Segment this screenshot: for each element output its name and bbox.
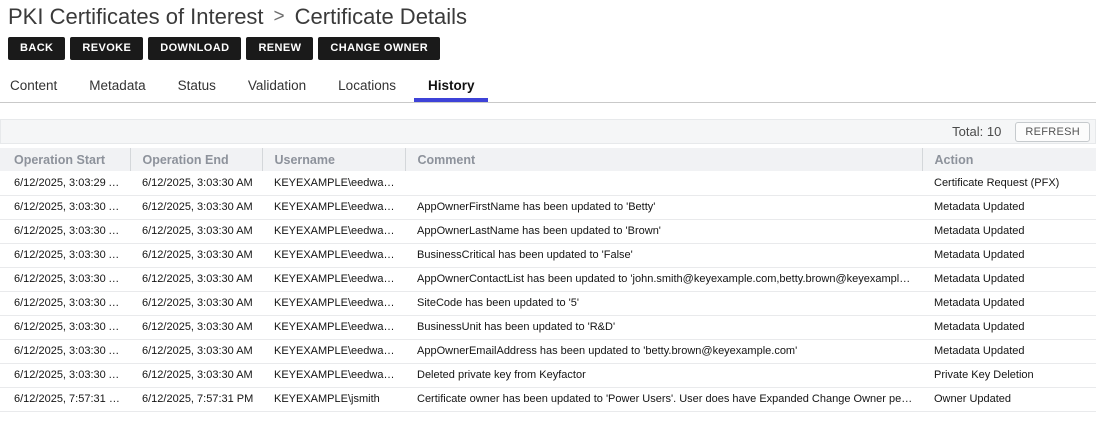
column-header-operation-end[interactable]: Operation End <box>130 148 262 171</box>
table-row: 6/12/2025, 3:03:30 AM6/12/2025, 3:03:30 … <box>0 243 1096 267</box>
table-row: 6/12/2025, 3:03:30 AM6/12/2025, 3:03:30 … <box>0 267 1096 291</box>
cell-action: Metadata Updated <box>922 339 1096 363</box>
cell-operation-start: 6/12/2025, 3:03:30 AM <box>0 219 130 243</box>
cell-action: Metadata Updated <box>922 315 1096 339</box>
cell-action: Metadata Updated <box>922 243 1096 267</box>
cell-comment: BusinessCritical has been updated to 'Fa… <box>405 243 922 267</box>
breadcrumb-separator-icon: > <box>274 2 285 30</box>
cell-username: KEYEXAMPLE\eedwards <box>262 171 405 195</box>
cell-action: Private Key Deletion <box>922 363 1096 387</box>
cell-action: Metadata Updated <box>922 267 1096 291</box>
tab-history[interactable]: History <box>426 74 477 102</box>
table-row: 6/12/2025, 3:03:29 AM6/12/2025, 3:03:30 … <box>0 171 1096 195</box>
cell-operation-end: 6/12/2025, 7:57:31 PM <box>130 387 262 411</box>
cell-operation-end: 6/12/2025, 3:03:30 AM <box>130 339 262 363</box>
cell-operation-start: 6/12/2025, 3:03:30 AM <box>0 243 130 267</box>
action-button-row: BACK REVOKE DOWNLOAD RENEW CHANGE OWNER <box>8 37 1088 60</box>
cell-operation-start: 6/12/2025, 3:03:29 AM <box>0 171 130 195</box>
column-header-username[interactable]: Username <box>262 148 405 171</box>
cell-username: KEYEXAMPLE\jsmith <box>262 387 405 411</box>
tab-bar: Content Metadata Status Validation Locations… <box>0 74 1096 103</box>
cell-action: Metadata Updated <box>922 195 1096 219</box>
change-owner-button[interactable]: CHANGE OWNER <box>318 37 440 60</box>
cell-operation-end: 6/12/2025, 3:03:30 AM <box>130 243 262 267</box>
cell-comment: Certificate owner has been updated to 'P… <box>405 387 922 411</box>
cell-username: KEYEXAMPLE\eedwards <box>262 339 405 363</box>
cell-username: KEYEXAMPLE\eedwards <box>262 195 405 219</box>
cell-operation-end: 6/12/2025, 3:03:30 AM <box>130 195 262 219</box>
cell-operation-start: 6/12/2025, 3:03:30 AM <box>0 291 130 315</box>
tab-validation[interactable]: Validation <box>246 74 308 102</box>
table-row: 6/12/2025, 3:03:30 AM6/12/2025, 3:03:30 … <box>0 363 1096 387</box>
column-header-operation-start[interactable]: Operation Start <box>0 148 130 171</box>
cell-username: KEYEXAMPLE\eedwards <box>262 315 405 339</box>
cell-username: KEYEXAMPLE\eedwards <box>262 267 405 291</box>
cell-action: Certificate Request (PFX) <box>922 171 1096 195</box>
cell-operation-start: 6/12/2025, 3:03:30 AM <box>0 339 130 363</box>
back-button[interactable]: BACK <box>8 37 65 60</box>
cell-action: Metadata Updated <box>922 291 1096 315</box>
cell-comment: BusinessUnit has been updated to 'R&D' <box>405 315 922 339</box>
cell-comment: AppOwnerLastName has been updated to 'Br… <box>405 219 922 243</box>
grid-toolbar: Total: 10 REFRESH <box>0 119 1096 144</box>
cell-operation-end: 6/12/2025, 3:03:30 AM <box>130 219 262 243</box>
cell-username: KEYEXAMPLE\eedwards <box>262 363 405 387</box>
tab-status[interactable]: Status <box>176 74 218 102</box>
cell-comment: AppOwnerEmailAddress has been updated to… <box>405 339 922 363</box>
cell-comment: SiteCode has been updated to '5' <box>405 291 922 315</box>
cell-operation-end: 6/12/2025, 3:03:30 AM <box>130 291 262 315</box>
cell-operation-start: 6/12/2025, 3:03:30 AM <box>0 195 130 219</box>
cell-operation-start: 6/12/2025, 3:03:30 AM <box>0 363 130 387</box>
column-header-action[interactable]: Action <box>922 148 1096 171</box>
cell-operation-end: 6/12/2025, 3:03:30 AM <box>130 267 262 291</box>
tab-content[interactable]: Content <box>8 74 59 102</box>
page-title: Certificate Details <box>295 3 467 30</box>
table-row: 6/12/2025, 3:03:30 AM6/12/2025, 3:03:30 … <box>0 315 1096 339</box>
tab-locations[interactable]: Locations <box>336 74 398 102</box>
table-row: 6/12/2025, 3:03:30 AM6/12/2025, 3:03:30 … <box>0 219 1096 243</box>
history-grid: Total: 10 REFRESH Operation Start Operat… <box>0 119 1096 412</box>
cell-operation-start: 6/12/2025, 7:57:31 PM <box>0 387 130 411</box>
cell-comment: AppOwnerContactList has been updated to … <box>405 267 922 291</box>
breadcrumb-parent[interactable]: PKI Certificates of Interest <box>8 3 264 30</box>
column-header-comment[interactable]: Comment <box>405 148 922 171</box>
refresh-button[interactable]: REFRESH <box>1015 122 1090 142</box>
cell-comment <box>405 171 922 195</box>
cell-comment: AppOwnerFirstName has been updated to 'B… <box>405 195 922 219</box>
cell-username: KEYEXAMPLE\eedwards <box>262 219 405 243</box>
cell-operation-start: 6/12/2025, 3:03:30 AM <box>0 315 130 339</box>
renew-button[interactable]: RENEW <box>246 37 313 60</box>
table-row: 6/12/2025, 3:03:30 AM6/12/2025, 3:03:30 … <box>0 339 1096 363</box>
tab-metadata[interactable]: Metadata <box>87 74 147 102</box>
cell-comment: Deleted private key from Keyfactor <box>405 363 922 387</box>
cell-operation-end: 6/12/2025, 3:03:30 AM <box>130 171 262 195</box>
cell-action: Metadata Updated <box>922 219 1096 243</box>
cell-username: KEYEXAMPLE\eedwards <box>262 243 405 267</box>
cell-operation-start: 6/12/2025, 3:03:30 AM <box>0 267 130 291</box>
table-row: 6/12/2025, 3:03:30 AM6/12/2025, 3:03:30 … <box>0 195 1096 219</box>
page-header: PKI Certificates of Interest > Certifica… <box>0 0 1096 60</box>
cell-operation-end: 6/12/2025, 3:03:30 AM <box>130 315 262 339</box>
cell-operation-end: 6/12/2025, 3:03:30 AM <box>130 363 262 387</box>
table-header-row: Operation Start Operation End Username C… <box>0 148 1096 171</box>
breadcrumb: PKI Certificates of Interest > Certifica… <box>8 2 1088 30</box>
revoke-button[interactable]: REVOKE <box>70 37 143 60</box>
cell-action: Owner Updated <box>922 387 1096 411</box>
cell-username: KEYEXAMPLE\eedwards <box>262 291 405 315</box>
table-row: 6/12/2025, 3:03:30 AM6/12/2025, 3:03:30 … <box>0 291 1096 315</box>
total-count: Total: 10 <box>952 124 1001 139</box>
history-table-body: 6/12/2025, 3:03:29 AM6/12/2025, 3:03:30 … <box>0 171 1096 411</box>
download-button[interactable]: DOWNLOAD <box>148 37 241 60</box>
table-row: 6/12/2025, 7:57:31 PM6/12/2025, 7:57:31 … <box>0 387 1096 411</box>
history-table: Operation Start Operation End Username C… <box>0 148 1096 412</box>
